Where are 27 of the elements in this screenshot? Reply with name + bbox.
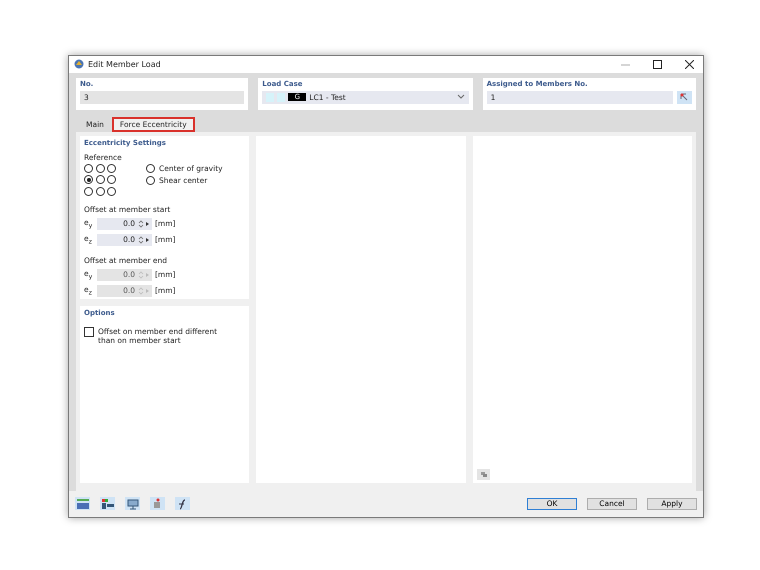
app-icon: [74, 59, 84, 70]
radio-button[interactable]: [84, 175, 93, 184]
table-icon[interactable]: [100, 497, 115, 510]
radio-button[interactable]: [84, 186, 93, 196]
radio-button[interactable]: [96, 175, 104, 184]
radio-button[interactable]: [107, 175, 116, 184]
radio-button[interactable]: [107, 164, 116, 173]
pointer-icon[interactable]: [150, 497, 165, 510]
maximize-icon[interactable]: [652, 60, 662, 69]
radio-button[interactable]: [146, 164, 155, 173]
function-icon[interactable]: [175, 497, 190, 510]
checkbox[interactable]: [84, 326, 94, 337]
radio-button[interactable]: [96, 186, 104, 196]
spinner-icon[interactable]: [138, 236, 150, 244]
window-title: Edit Member Load: [88, 60, 162, 69]
radio-button[interactable]: [84, 164, 93, 173]
spinner-icon[interactable]: [138, 220, 150, 228]
settings-icon[interactable]: [477, 468, 490, 480]
pick-members-button[interactable]: [677, 90, 692, 104]
cursor-icon: [680, 92, 689, 102]
radio-button[interactable]: [96, 164, 104, 173]
radio-button[interactable]: [146, 176, 155, 185]
close-icon[interactable]: [684, 60, 694, 69]
units-icon[interactable]: [75, 497, 90, 510]
caret-icon: [456, 94, 465, 100]
radio-button[interactable]: [107, 186, 116, 196]
monitor-icon[interactable]: [125, 497, 140, 510]
